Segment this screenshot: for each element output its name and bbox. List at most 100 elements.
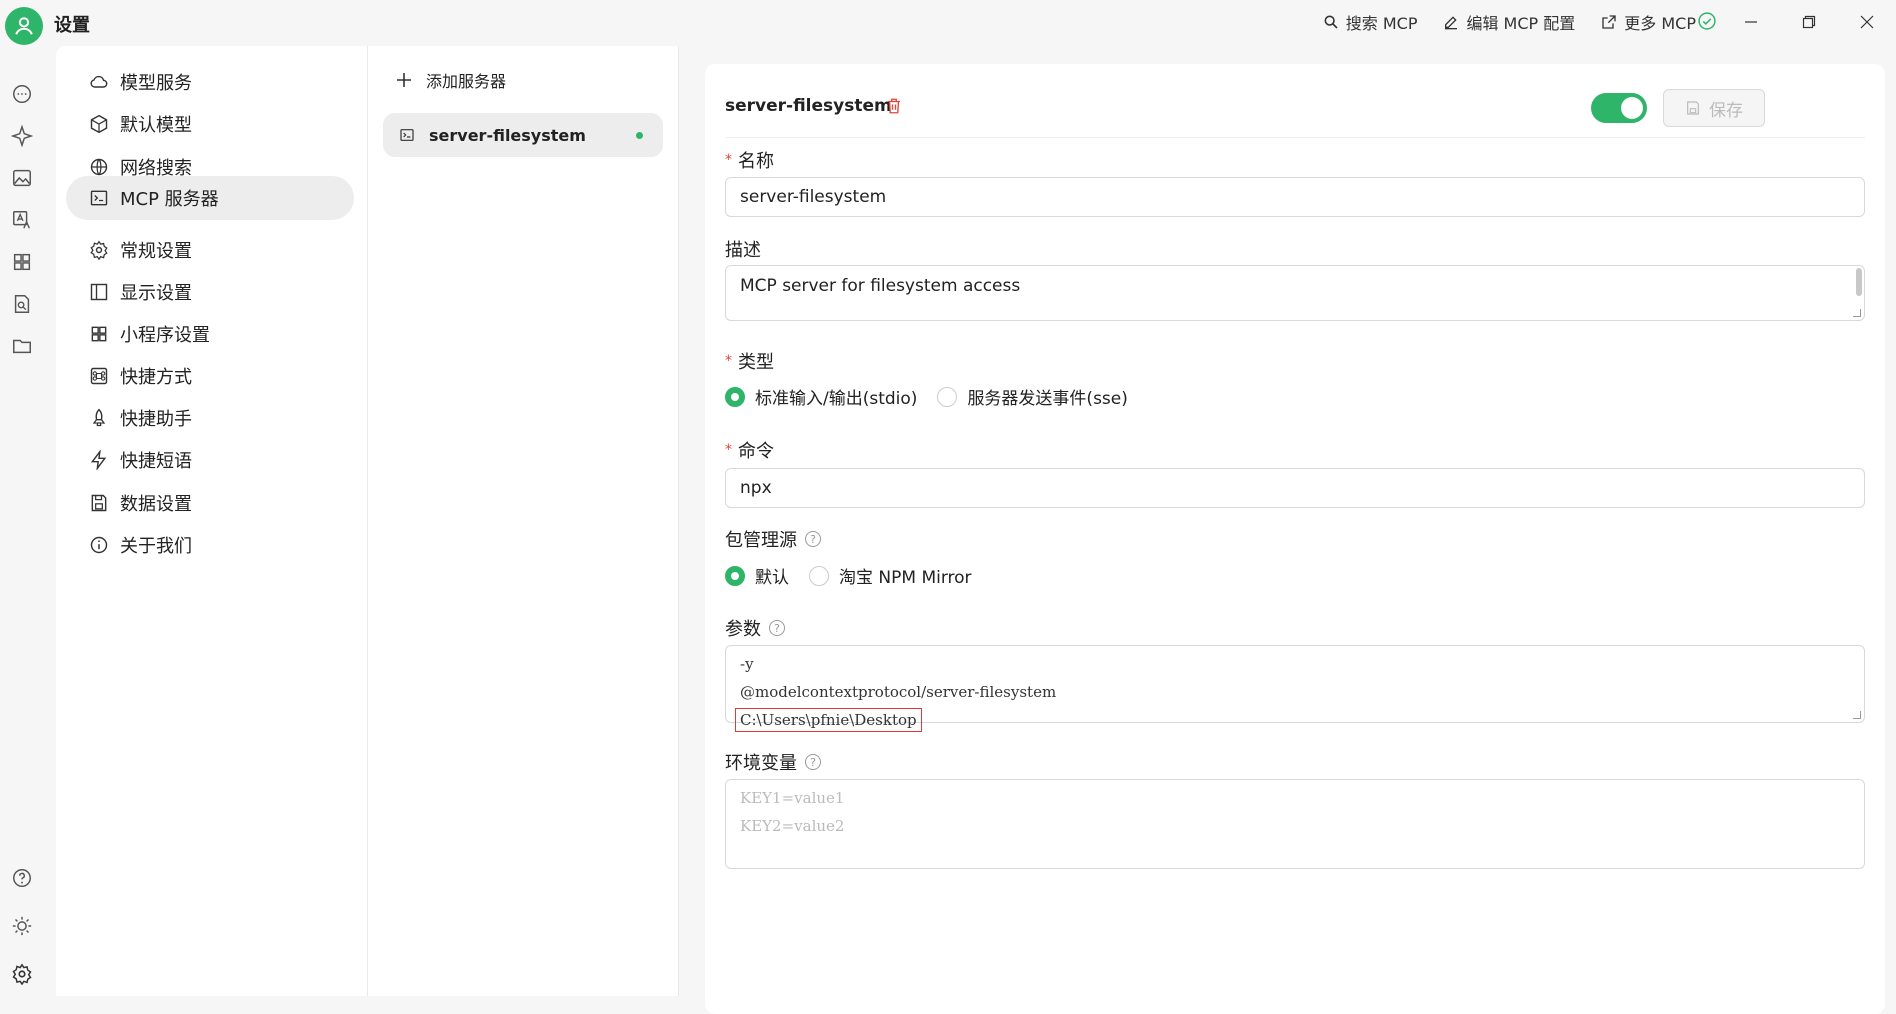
env-placeholder-line: KEY1=value1	[740, 789, 845, 807]
scrollbar[interactable]	[1856, 268, 1862, 296]
rocket-icon	[88, 407, 110, 429]
minimize-icon	[1745, 21, 1757, 23]
command-label: * 命令	[725, 437, 774, 463]
description-label: 描述	[725, 236, 761, 262]
save-icon	[1687, 101, 1699, 115]
user-avatar[interactable]	[5, 7, 43, 45]
radio-selected[interactable]	[725, 565, 745, 586]
settings-nav: 模型服务 默认模型 网络搜索 MCP 服务器 常规设置 显示设置 小程序设置 快…	[56, 46, 368, 996]
package-option-default[interactable]: 默认	[725, 563, 789, 588]
nav-item-mcp-servers[interactable]: MCP 服务器	[66, 176, 354, 220]
command-input[interactable]: npx	[725, 468, 1865, 508]
detail-title: server-filesystem	[725, 96, 892, 116]
resize-handle[interactable]	[1853, 711, 1861, 719]
args-line-highlighted: C:\Users\pfnie\Desktop	[735, 708, 922, 732]
theme-sun-icon[interactable]	[10, 914, 34, 938]
edit-mcp-config-button[interactable]: 编辑 MCP 配置	[1443, 10, 1575, 34]
name-input-value: server-filesystem	[740, 187, 887, 207]
settings-gear-icon[interactable]	[10, 962, 34, 986]
server-detail-area: server-filesystem 保存 * 名称 server-filesys…	[680, 46, 1896, 1014]
terminal-icon	[88, 187, 110, 209]
nav-item-default-model[interactable]: 默认模型	[66, 102, 354, 146]
nav-item-miniapp-settings[interactable]: 小程序设置	[66, 312, 354, 356]
nav-item-label: MCP 服务器	[120, 189, 219, 210]
nav-item-data-settings[interactable]: 数据设置	[66, 481, 354, 525]
nav-item-label: 快捷方式	[120, 367, 192, 388]
description-label-text: 描述	[725, 240, 761, 261]
radio-selected[interactable]	[725, 386, 745, 407]
name-label: * 名称	[725, 147, 774, 173]
help-icon[interactable]: ?	[805, 531, 821, 547]
add-server-button[interactable]: 添加服务器	[396, 68, 506, 92]
save-icon	[88, 492, 110, 514]
radio-unselected[interactable]	[937, 386, 958, 407]
description-textarea[interactable]: MCP server for filesystem access	[725, 265, 1865, 321]
nav-item-label: 默认模型	[120, 115, 192, 136]
search-mcp-button[interactable]: 搜索 MCP	[1323, 10, 1418, 34]
window-title: 设置	[54, 15, 90, 36]
nav-item-label: 数据设置	[120, 494, 192, 515]
args-line: @modelcontextprotocol/server-filesystem	[740, 683, 1057, 701]
type-label: * 类型	[725, 348, 774, 374]
nav-item-general-settings[interactable]: 常规设置	[66, 228, 354, 272]
close-button[interactable]	[1838, 0, 1896, 44]
minimize-button[interactable]	[1722, 0, 1780, 44]
trash-icon	[888, 98, 900, 114]
server-active-dot	[636, 132, 643, 139]
args-textarea[interactable]: -y @modelcontextprotocol/server-filesyst…	[725, 645, 1865, 732]
env-textarea[interactable]: KEY1=value1 KEY2=value2	[725, 779, 1865, 869]
env-label: 环境变量 ?	[725, 749, 821, 775]
nav-item-quick-assistant[interactable]: 快捷助手	[66, 396, 354, 440]
chat-icon[interactable]	[10, 82, 34, 106]
server-enabled-toggle[interactable]	[1591, 93, 1647, 123]
type-option-sse[interactable]: 服务器发送事件(sse)	[937, 384, 1128, 409]
server-item-name: server-filesystem	[429, 125, 586, 145]
more-mcp-label: 更多 MCP	[1624, 14, 1696, 33]
nav-item-label: 快捷短语	[120, 451, 192, 472]
nav-item-display-settings[interactable]: 显示设置	[66, 270, 354, 314]
nav-item-label: 模型服务	[120, 73, 192, 94]
cube-icon	[88, 113, 110, 135]
sparkle-icon[interactable]	[10, 124, 34, 148]
image-icon[interactable]	[10, 166, 34, 190]
folder-icon[interactable]	[10, 334, 34, 358]
help-icon[interactable]: ?	[769, 620, 785, 636]
document-search-icon[interactable]	[10, 292, 34, 316]
delete-server-button[interactable]	[885, 97, 903, 119]
plus-icon	[397, 73, 411, 87]
grid-icon[interactable]	[10, 250, 34, 274]
required-marker: *	[725, 442, 732, 458]
radio-unselected[interactable]	[809, 565, 829, 586]
type-option-stdio[interactable]: 标准输入/输出(stdio)	[725, 384, 917, 409]
nav-item-model-service[interactable]: 模型服务	[66, 60, 354, 104]
save-button[interactable]: 保存	[1663, 89, 1765, 127]
zap-icon	[88, 449, 110, 471]
package-option-label: 默认	[755, 568, 789, 588]
help-icon[interactable]: ?	[805, 754, 821, 770]
help-icon[interactable]	[10, 866, 34, 890]
args-line: -y	[740, 655, 754, 673]
globe-icon	[88, 156, 110, 178]
type-option-label: 服务器发送事件(sse)	[967, 389, 1128, 409]
server-detail-card: server-filesystem 保存 * 名称 server-filesys…	[705, 64, 1885, 1014]
type-option-label: 标准输入/输出(stdio)	[755, 389, 918, 409]
command-label-text: 命令	[738, 441, 774, 462]
package-option-taobao[interactable]: 淘宝 NPM Mirror	[809, 563, 972, 588]
left-rail	[0, 46, 56, 996]
nav-item-quick-phrases[interactable]: 快捷短语	[66, 438, 354, 482]
translate-icon[interactable]	[10, 208, 34, 232]
cloud-icon	[88, 71, 110, 93]
resize-handle[interactable]	[1853, 309, 1861, 317]
search-mcp-label: 搜索 MCP	[1345, 14, 1418, 33]
server-item-filesystem[interactable]: server-filesystem	[383, 113, 663, 157]
more-mcp-button[interactable]: 更多 MCP	[1601, 10, 1696, 34]
nav-item-shortcuts[interactable]: 快捷方式	[66, 354, 354, 398]
args-label: 参数 ?	[725, 615, 785, 641]
package-source-label: 包管理源 ?	[725, 526, 821, 552]
nav-item-about[interactable]: 关于我们	[66, 523, 354, 567]
nav-item-label: 显示设置	[120, 283, 192, 304]
external-link-icon	[1602, 15, 1616, 29]
name-input[interactable]: server-filesystem	[725, 177, 1865, 217]
restore-button[interactable]	[1780, 0, 1838, 44]
user-icon	[15, 17, 33, 35]
